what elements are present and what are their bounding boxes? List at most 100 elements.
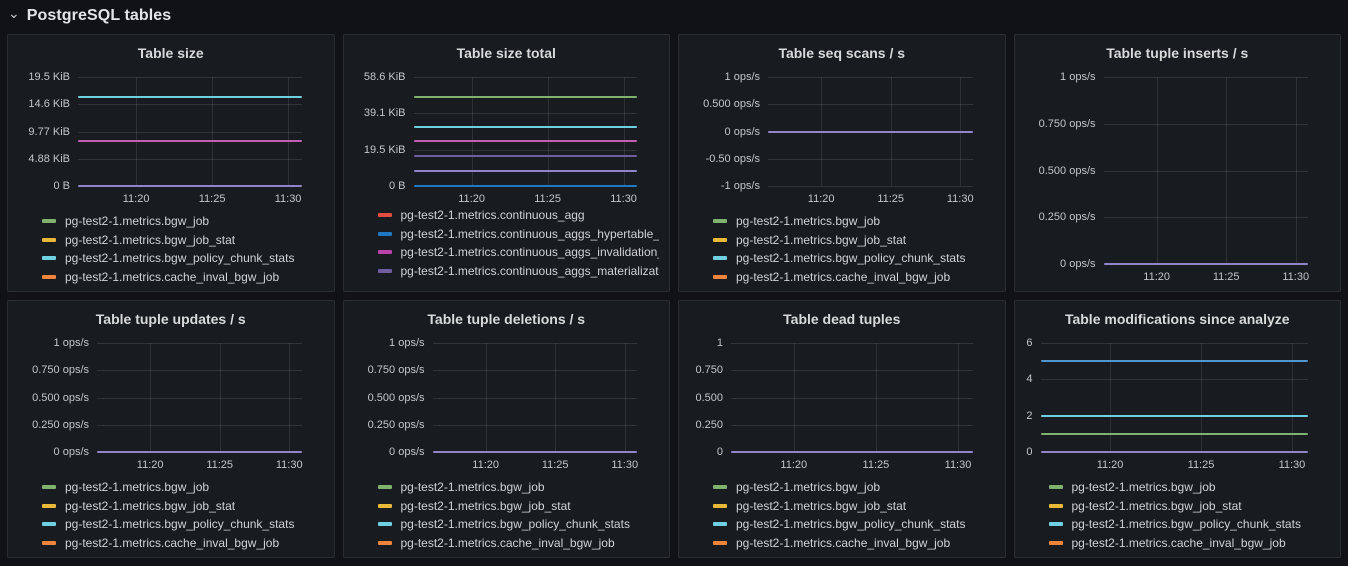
- legend: pg-test2-1.metrics.bgw_jobpg-test2-1.met…: [689, 475, 995, 553]
- legend-color-swatch: [1049, 504, 1063, 508]
- panel-title[interactable]: Table size total: [354, 42, 660, 64]
- legend-color-swatch: [713, 541, 727, 545]
- legend-color-swatch: [1049, 522, 1063, 526]
- y-tick-label: 0: [1026, 446, 1032, 458]
- y-tick-label: -1 ops/s: [721, 180, 760, 192]
- y-tick-label: 9.77 KiB: [28, 126, 70, 138]
- series-line: [414, 155, 638, 157]
- panel-title[interactable]: Table seq scans / s: [689, 42, 995, 64]
- legend-item[interactable]: pg-test2-1.metrics.bgw_job_stat: [713, 497, 995, 516]
- panel-title[interactable]: Table tuple updates / s: [18, 308, 324, 330]
- gridline-horizontal: [731, 343, 973, 344]
- series-line: [1104, 263, 1309, 265]
- legend-item[interactable]: pg-test2-1.metrics.cache_inval_bgw_job: [1049, 534, 1331, 553]
- legend-item[interactable]: pg-test2-1.metrics.cache_inval_bgw_job: [378, 534, 660, 553]
- legend-item[interactable]: pg-test2-1.metrics.bgw_job: [713, 212, 995, 231]
- dashboard-panel: Table dead tuples 10.7500.5000.2500 11:2…: [678, 300, 1006, 558]
- legend-color-swatch: [713, 504, 727, 508]
- legend-item[interactable]: pg-test2-1.metrics.continuous_aggs_mater…: [378, 262, 660, 281]
- legend-item[interactable]: pg-test2-1.metrics.bgw_job_stat: [378, 497, 660, 516]
- row-title[interactable]: PostgreSQL tables: [27, 7, 172, 25]
- panel-title[interactable]: Table modifications since analyze: [1025, 308, 1331, 330]
- x-tick-label: 11:30: [1279, 459, 1306, 471]
- plot-area[interactable]: [768, 77, 973, 186]
- legend-item[interactable]: pg-test2-1.metrics.bgw_job: [42, 212, 324, 231]
- legend-item[interactable]: pg-test2-1.metrics.bgw_policy_chunk_stat…: [42, 515, 324, 534]
- y-tick-label: 0.750 ops/s: [368, 364, 425, 376]
- legend-item[interactable]: pg-test2-1.metrics.bgw_policy_chunk_stat…: [713, 249, 995, 268]
- legend-item[interactable]: pg-test2-1.metrics.cache_inval_bgw_job: [713, 268, 995, 287]
- series-line: [78, 140, 302, 142]
- panel-title[interactable]: Table tuple inserts / s: [1025, 42, 1331, 64]
- x-tick-label: 11:20: [472, 459, 499, 471]
- legend-label: pg-test2-1.metrics.continuous_aggs_mater…: [401, 264, 660, 278]
- legend-label: pg-test2-1.metrics.bgw_policy_chunk_stat…: [736, 517, 965, 531]
- plot-area[interactable]: [731, 343, 973, 452]
- y-axis-labels: 19.5 KiB14.6 KiB9.77 KiB4.88 KiB0 B: [18, 77, 78, 186]
- row-header[interactable]: ⌄ PostgreSQL tables: [0, 0, 1348, 32]
- legend-color-swatch: [42, 485, 56, 489]
- gridline-vertical: [288, 77, 289, 186]
- gridline-vertical: [289, 343, 290, 452]
- gridline-horizontal: [433, 398, 638, 399]
- y-tick-label: 6: [1026, 337, 1032, 349]
- y-axis-labels: 1 ops/s0.500 ops/s0 ops/s-0.50 ops/s-1 o…: [689, 77, 768, 186]
- legend-color-swatch: [42, 541, 56, 545]
- legend-item[interactable]: pg-test2-1.metrics.bgw_job: [1049, 478, 1331, 497]
- legend-label: pg-test2-1.metrics.cache_inval_bgw_job: [736, 270, 950, 284]
- legend-color-swatch: [42, 522, 56, 526]
- x-tick-label: 11:25: [877, 193, 904, 205]
- x-tick-label: 11:25: [1188, 459, 1215, 471]
- legend-item[interactable]: pg-test2-1.metrics.bgw_job_stat: [713, 231, 995, 250]
- legend-item[interactable]: pg-test2-1.metrics.bgw_policy_chunk_stat…: [42, 249, 324, 268]
- legend-item[interactable]: pg-test2-1.metrics.continuous_agg: [378, 209, 660, 225]
- plot-area[interactable]: [78, 77, 302, 186]
- legend-item[interactable]: pg-test2-1.metrics.continuous_aggs_hyper…: [378, 225, 660, 244]
- dashboard-panel: Table modifications since analyze 6420 1…: [1014, 300, 1342, 558]
- x-tick-label: 11:20: [1143, 271, 1170, 283]
- plot-area[interactable]: [1041, 343, 1309, 452]
- series-line: [78, 96, 302, 98]
- dashboard-panel: Table tuple deletions / s 1 ops/s0.750 o…: [343, 300, 671, 558]
- legend: pg-test2-1.metrics.bgw_jobpg-test2-1.met…: [18, 475, 324, 553]
- legend-label: pg-test2-1.metrics.cache_inval_bgw_job: [65, 536, 279, 550]
- legend-item[interactable]: pg-test2-1.metrics.bgw_job_stat: [42, 497, 324, 516]
- series-line: [97, 451, 302, 453]
- panel-title[interactable]: Table dead tuples: [689, 308, 995, 330]
- legend-color-swatch: [42, 256, 56, 260]
- legend-item[interactable]: pg-test2-1.metrics.bgw_policy_chunk_stat…: [713, 515, 995, 534]
- y-tick-label: 0.250 ops/s: [32, 419, 89, 431]
- panel-title[interactable]: Table tuple deletions / s: [354, 308, 660, 330]
- legend-item[interactable]: pg-test2-1.metrics.bgw_policy_chunk_stat…: [1049, 515, 1331, 534]
- legend-item[interactable]: pg-test2-1.metrics.cache_inval_bgw_job: [42, 534, 324, 553]
- plot-area[interactable]: [433, 343, 638, 452]
- panel-title[interactable]: Table size: [18, 42, 324, 64]
- legend-label: pg-test2-1.metrics.continuous_aggs_inval…: [401, 245, 660, 259]
- chevron-down-icon[interactable]: ⌄: [8, 8, 20, 18]
- legend-item[interactable]: pg-test2-1.metrics.bgw_job_stat: [42, 231, 324, 250]
- x-axis-labels: 11:2011:2511:30: [768, 188, 973, 209]
- legend-item[interactable]: pg-test2-1.metrics.bgw_job: [42, 478, 324, 497]
- gridline-horizontal: [768, 104, 973, 105]
- plot-area[interactable]: [1104, 77, 1309, 264]
- legend-label: pg-test2-1.metrics.continuous_agg: [401, 209, 585, 222]
- y-axis-labels: 58.6 KiB39.1 KiB19.5 KiB0 B: [354, 77, 414, 186]
- gridline-horizontal: [768, 77, 973, 78]
- legend-item[interactable]: pg-test2-1.metrics.bgw_job: [713, 478, 995, 497]
- legend-item[interactable]: pg-test2-1.metrics.bgw_job: [378, 478, 660, 497]
- legend-color-swatch: [378, 269, 392, 273]
- legend-item[interactable]: pg-test2-1.metrics.bgw_policy_chunk_stat…: [378, 515, 660, 534]
- plot-area[interactable]: [414, 77, 638, 186]
- legend-item[interactable]: pg-test2-1.metrics.cache_inval_bgw_job: [42, 268, 324, 287]
- y-tick-label: 0 ops/s: [54, 446, 89, 458]
- dashboard-panel: Table tuple inserts / s 1 ops/s0.750 ops…: [1014, 34, 1342, 292]
- gridline-horizontal: [1104, 124, 1309, 125]
- legend-item[interactable]: pg-test2-1.metrics.bgw_job_stat: [1049, 497, 1331, 516]
- x-tick-label: 11:20: [123, 193, 150, 205]
- legend-color-swatch: [378, 213, 392, 217]
- legend-item[interactable]: pg-test2-1.metrics.continuous_aggs_inval…: [378, 243, 660, 262]
- plot-area[interactable]: [97, 343, 302, 452]
- legend-item[interactable]: pg-test2-1.metrics.cache_inval_bgw_job: [713, 534, 995, 553]
- x-tick-label: 11:25: [534, 193, 561, 205]
- legend-color-swatch: [713, 522, 727, 526]
